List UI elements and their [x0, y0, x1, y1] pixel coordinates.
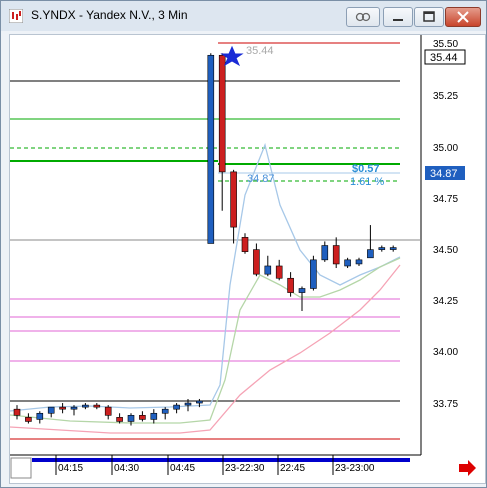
candle-body [59, 406, 66, 410]
candle-body [298, 288, 306, 293]
candle-body [127, 415, 135, 422]
x-tick-label: 23-22:30 [225, 463, 265, 474]
y-tick-label: 34.25 [433, 296, 458, 307]
candle-body [230, 171, 237, 228]
candle-body [264, 265, 272, 275]
candle-body [82, 404, 89, 408]
candle-body [367, 249, 374, 259]
corner-box[interactable] [10, 457, 32, 479]
candle-body [13, 408, 21, 416]
y-tick-label: 34.00 [433, 347, 458, 358]
link-button[interactable] [346, 7, 380, 27]
candle-body [161, 408, 169, 414]
candle [207, 53, 215, 244]
minimize-icon [393, 19, 403, 21]
candle [310, 255, 317, 291]
candle-body [310, 259, 317, 289]
entry-price-tag-label: 34.87 [430, 168, 458, 180]
candle-body [104, 406, 112, 416]
candle-body [378, 247, 386, 250]
y-tick-label: 35.00 [433, 143, 458, 154]
scroll-right-arrow-icon[interactable] [459, 460, 476, 476]
candle-body [116, 417, 123, 422]
maximize-icon [423, 11, 435, 22]
candle-body [70, 406, 78, 410]
entry-price-label: 34.87 [247, 173, 275, 185]
candle-body [196, 400, 203, 404]
change-pct-label: 1.61 % [350, 176, 384, 188]
candle-body [241, 237, 249, 252]
candle-body [150, 412, 158, 420]
chart-app-icon [9, 9, 23, 23]
candle-body [36, 412, 44, 420]
window-title: S.YNDX - Yandex N.V., 3 Min [31, 8, 188, 22]
close-button[interactable] [445, 7, 481, 27]
candle-body [93, 404, 101, 408]
plot-area[interactable] [10, 35, 421, 455]
candle-body [389, 247, 397, 250]
candle-body [287, 277, 294, 293]
y-tick-label: 34.75 [433, 194, 458, 205]
x-tick-label: 23-23:00 [335, 463, 375, 474]
high-price-label: 35.44 [246, 45, 274, 57]
close-icon [457, 11, 469, 23]
last-high-price-tag-label: 35.44 [430, 52, 458, 64]
candle-body [47, 406, 55, 414]
x-tick-label: 04:15 [58, 463, 83, 474]
candle-body [355, 259, 363, 265]
candle-body [139, 415, 146, 420]
candle-body [25, 417, 32, 422]
title-bar[interactable]: S.YNDX - Yandex N.V., 3 Min [1, 1, 486, 31]
candle-body [173, 404, 180, 410]
candle-body [218, 54, 226, 173]
y-tick-label: 35.50 [433, 39, 458, 50]
price-chart[interactable]: 35.44 34.87 $0.57 1.61 % 35.50 35.25 35.… [10, 35, 485, 483]
candle-body [275, 265, 283, 279]
y-tick-label: 35.25 [433, 91, 458, 102]
change-value-label: $0.57 [352, 163, 380, 175]
candle-body [344, 259, 351, 267]
y-tick-label: 33.75 [433, 399, 458, 410]
x-tick-label: 22:45 [280, 463, 305, 474]
x-tick-label: 04:45 [170, 463, 195, 474]
y-tick-label: 34.50 [433, 245, 458, 256]
candle-body [253, 249, 260, 275]
candle-body [184, 402, 192, 406]
minimize-button[interactable] [383, 7, 413, 27]
chart-panel[interactable]: 35.44 34.87 $0.57 1.61 % 35.50 35.25 35.… [9, 34, 486, 484]
chart-window: S.YNDX - Yandex N.V., 3 Min 35.44 34.87 … [0, 0, 487, 488]
link-icon [355, 12, 371, 22]
x-tick-label: 04:30 [114, 463, 139, 474]
candle-body [321, 245, 329, 261]
maximize-button[interactable] [414, 7, 444, 27]
candle-body [207, 54, 215, 244]
candle-body [332, 245, 340, 265]
time-scrollbar[interactable] [32, 458, 410, 462]
